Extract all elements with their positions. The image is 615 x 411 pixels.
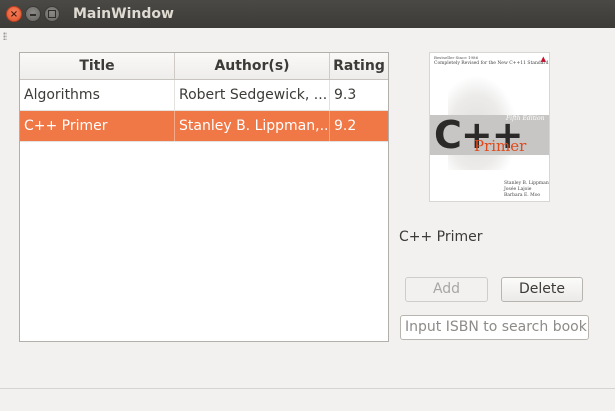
table-row[interactable]: Algorithms Robert Sedgewick, ... 9.3 bbox=[20, 80, 388, 111]
cell-authors: Robert Sedgewick, ... bbox=[175, 80, 330, 110]
table-header: Title Author(s) Rating bbox=[20, 53, 388, 80]
cover-edition: Fifth Edition bbox=[506, 115, 545, 122]
cell-title: Algorithms bbox=[20, 80, 175, 110]
cell-authors: Stanley B. Lippman,... bbox=[175, 111, 330, 141]
cover-author: Barbara E. Moo bbox=[504, 193, 541, 198]
cell-rating: 9.2 bbox=[334, 118, 357, 134]
maximize-icon[interactable] bbox=[44, 6, 60, 22]
cell-title: C++ Primer bbox=[20, 111, 175, 141]
column-header-title[interactable]: Title bbox=[20, 53, 175, 79]
title-bar: × MainWindow bbox=[0, 0, 615, 28]
close-icon[interactable]: × bbox=[6, 6, 22, 22]
cover-authors: Stanley B. Lippman Josée Lajoie Barbara … bbox=[504, 181, 549, 199]
publisher-logo-icon: ▲ bbox=[540, 55, 546, 63]
cover-title-sub: Primer bbox=[474, 137, 527, 155]
minimize-icon[interactable] bbox=[25, 6, 41, 22]
column-header-authors[interactable]: Author(s) bbox=[175, 53, 330, 79]
add-button[interactable]: Add bbox=[405, 277, 488, 302]
selected-book-title: C++ Primer bbox=[399, 229, 483, 245]
window-title: MainWindow bbox=[73, 6, 174, 22]
delete-button[interactable]: Delete bbox=[501, 277, 583, 302]
cover-subtitle: Completely Revised for the New C++11 Sta… bbox=[434, 61, 549, 66]
cell-rating: 9.3 bbox=[334, 87, 357, 103]
table-row-selected[interactable]: C++ Primer Stanley B. Lippman,... 9.2 bbox=[20, 111, 388, 142]
isbn-search-input[interactable]: Input ISBN to search book bbox=[400, 315, 589, 340]
toolbar-grip-icon[interactable] bbox=[3, 32, 7, 40]
status-bar-divider bbox=[0, 388, 615, 389]
column-header-rating[interactable]: Rating bbox=[330, 53, 388, 79]
book-cover-image: Bestseller Since 1986 Completely Revised… bbox=[429, 52, 550, 202]
cover-tagline: Bestseller Since 1986 bbox=[434, 55, 479, 60]
book-table[interactable]: Title Author(s) Rating Algorithms Robert… bbox=[19, 52, 389, 342]
